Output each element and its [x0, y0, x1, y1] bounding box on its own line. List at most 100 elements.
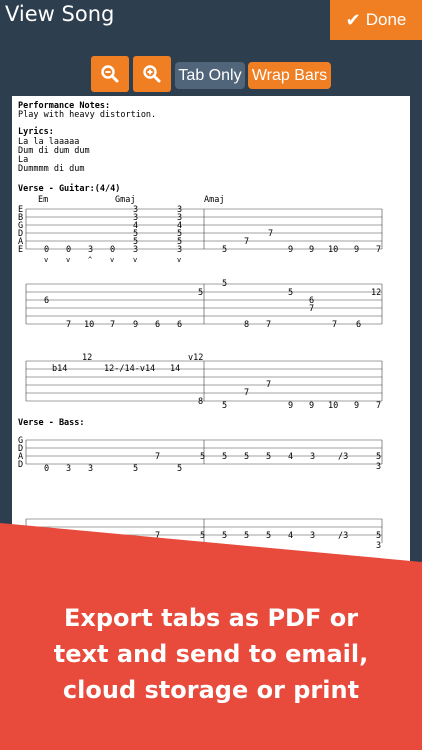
- fret-number: 3: [133, 245, 138, 255]
- verse-guitar-heading: Verse - Guitar:(4/4): [18, 183, 120, 194]
- fret-number: 3: [376, 462, 381, 472]
- zoom-out-icon: [101, 65, 119, 83]
- fret-number: 6: [44, 296, 49, 306]
- fret-number: 5: [177, 464, 182, 474]
- fret-number: 7: [376, 401, 381, 411]
- zoom-in-icon: [143, 65, 161, 83]
- promo-caption: Export tabs as PDF or text and send to e…: [0, 600, 422, 708]
- fret-number: 5: [222, 452, 227, 462]
- zoom-out-button[interactable]: [91, 56, 129, 92]
- fret-number: 5: [266, 452, 271, 462]
- fret-number: 5: [222, 245, 227, 255]
- fret-number: 10: [328, 245, 338, 255]
- fret-number: 7: [268, 229, 273, 239]
- fret-number: 7: [266, 320, 271, 330]
- fret-number: 5: [200, 531, 205, 541]
- lyric-line: Dum di dum dum: [18, 146, 90, 156]
- fret-number: /3: [338, 531, 348, 541]
- fret-number: 3: [88, 464, 93, 474]
- string-name: E: [18, 245, 23, 255]
- fret-number: 5: [133, 464, 138, 474]
- fret-number: 10: [84, 320, 94, 330]
- fret-number: 5: [244, 452, 249, 462]
- checkmark-icon: ✔: [345, 9, 361, 30]
- fret-number: 14: [170, 364, 180, 374]
- stroke-mark: v: [177, 256, 181, 264]
- fret-number: 9: [133, 320, 138, 330]
- promo-line: cloud storage or print: [62, 676, 360, 704]
- lyrics-heading: Lyrics:: [18, 126, 54, 137]
- chord-label: Em: [38, 195, 48, 205]
- fret-number: 7: [332, 320, 337, 330]
- fret-number: 7: [309, 304, 314, 314]
- lyric-line: Dummmm di dum: [18, 164, 85, 174]
- fret-number: b14: [52, 364, 67, 374]
- fret-number: 7: [155, 452, 160, 462]
- fret-number: 7: [376, 245, 381, 255]
- fret-number: 4: [288, 531, 293, 541]
- done-button[interactable]: ✔ Done: [330, 0, 422, 40]
- fret-number: 12: [82, 353, 92, 363]
- stroke-mark: v: [110, 256, 114, 264]
- fret-number: 5: [376, 531, 381, 541]
- promo-line: text and send to email,: [53, 640, 369, 668]
- fret-number: 7: [244, 237, 249, 247]
- fret-number: 4: [288, 452, 293, 462]
- fret-number: 9: [288, 401, 293, 411]
- fret-number: 6: [356, 320, 361, 330]
- fret-number: 0: [44, 464, 49, 474]
- fret-number: 9: [354, 245, 359, 255]
- chord-label: Amaj: [204, 195, 224, 205]
- done-label: Done: [365, 10, 407, 29]
- fret-number: 0: [66, 245, 71, 255]
- fret-number: 3: [88, 245, 93, 255]
- tab-notation: Performance Notes: Play with heavy disto…: [18, 101, 383, 551]
- fret-number: 3: [177, 245, 182, 255]
- fret-number: 3: [310, 452, 315, 462]
- fret-number: 0: [110, 245, 115, 255]
- stroke-mark: ^: [88, 256, 92, 264]
- fret-number: 5: [376, 452, 381, 462]
- performance-notes-text: Play with heavy distortion.: [18, 110, 156, 120]
- fret-number: 8: [198, 397, 203, 407]
- fret-number: 6: [177, 320, 182, 330]
- fret-number: 10: [328, 401, 338, 411]
- song-sheet: Performance Notes: Play with heavy disto…: [12, 96, 410, 616]
- fret-number: 7: [66, 320, 71, 330]
- fret-number: 9: [309, 245, 314, 255]
- fret-number: 5: [200, 452, 205, 462]
- fret-number: 7: [266, 380, 271, 390]
- chord-label: Gmaj: [115, 195, 135, 205]
- zoom-in-button[interactable]: [133, 56, 171, 92]
- fret-number: 5: [266, 531, 271, 541]
- fret-number: 9: [309, 401, 314, 411]
- fret-number: 9: [288, 245, 293, 255]
- fret-number: 3: [66, 464, 71, 474]
- fret-number: 7: [110, 320, 115, 330]
- stroke-mark: v: [44, 256, 48, 264]
- fret-number: 7: [244, 388, 249, 398]
- wrap-bars-toggle[interactable]: Wrap Bars: [248, 62, 331, 89]
- fret-number: 5: [222, 531, 227, 541]
- fret-number: v12: [188, 353, 203, 363]
- fret-number: 5: [198, 288, 203, 298]
- fret-number: 5: [244, 531, 249, 541]
- promo-line: Export tabs as PDF or: [63, 604, 359, 632]
- fret-number: 3: [376, 541, 381, 551]
- fret-number: 7: [155, 531, 160, 541]
- page-title: View Song: [5, 2, 115, 26]
- fret-number: 5: [222, 401, 227, 411]
- fret-number: 9: [354, 401, 359, 411]
- fret-number: 12-/14-v14: [104, 364, 155, 374]
- top-bar: View Song ✔ Done: [0, 0, 422, 42]
- fret-number: 12: [371, 288, 381, 298]
- tab-only-toggle[interactable]: Tab Only: [175, 62, 245, 89]
- fret-number: 5: [288, 288, 293, 298]
- stroke-mark: v: [133, 256, 137, 264]
- view-toolbar: Tab Only Wrap Bars: [0, 56, 422, 92]
- fret-number: 3: [310, 531, 315, 541]
- fret-number: /3: [338, 452, 348, 462]
- verse-bass-heading: Verse - Bass:: [18, 418, 85, 428]
- fret-number: 8: [244, 320, 249, 330]
- fret-number: 6: [155, 320, 160, 330]
